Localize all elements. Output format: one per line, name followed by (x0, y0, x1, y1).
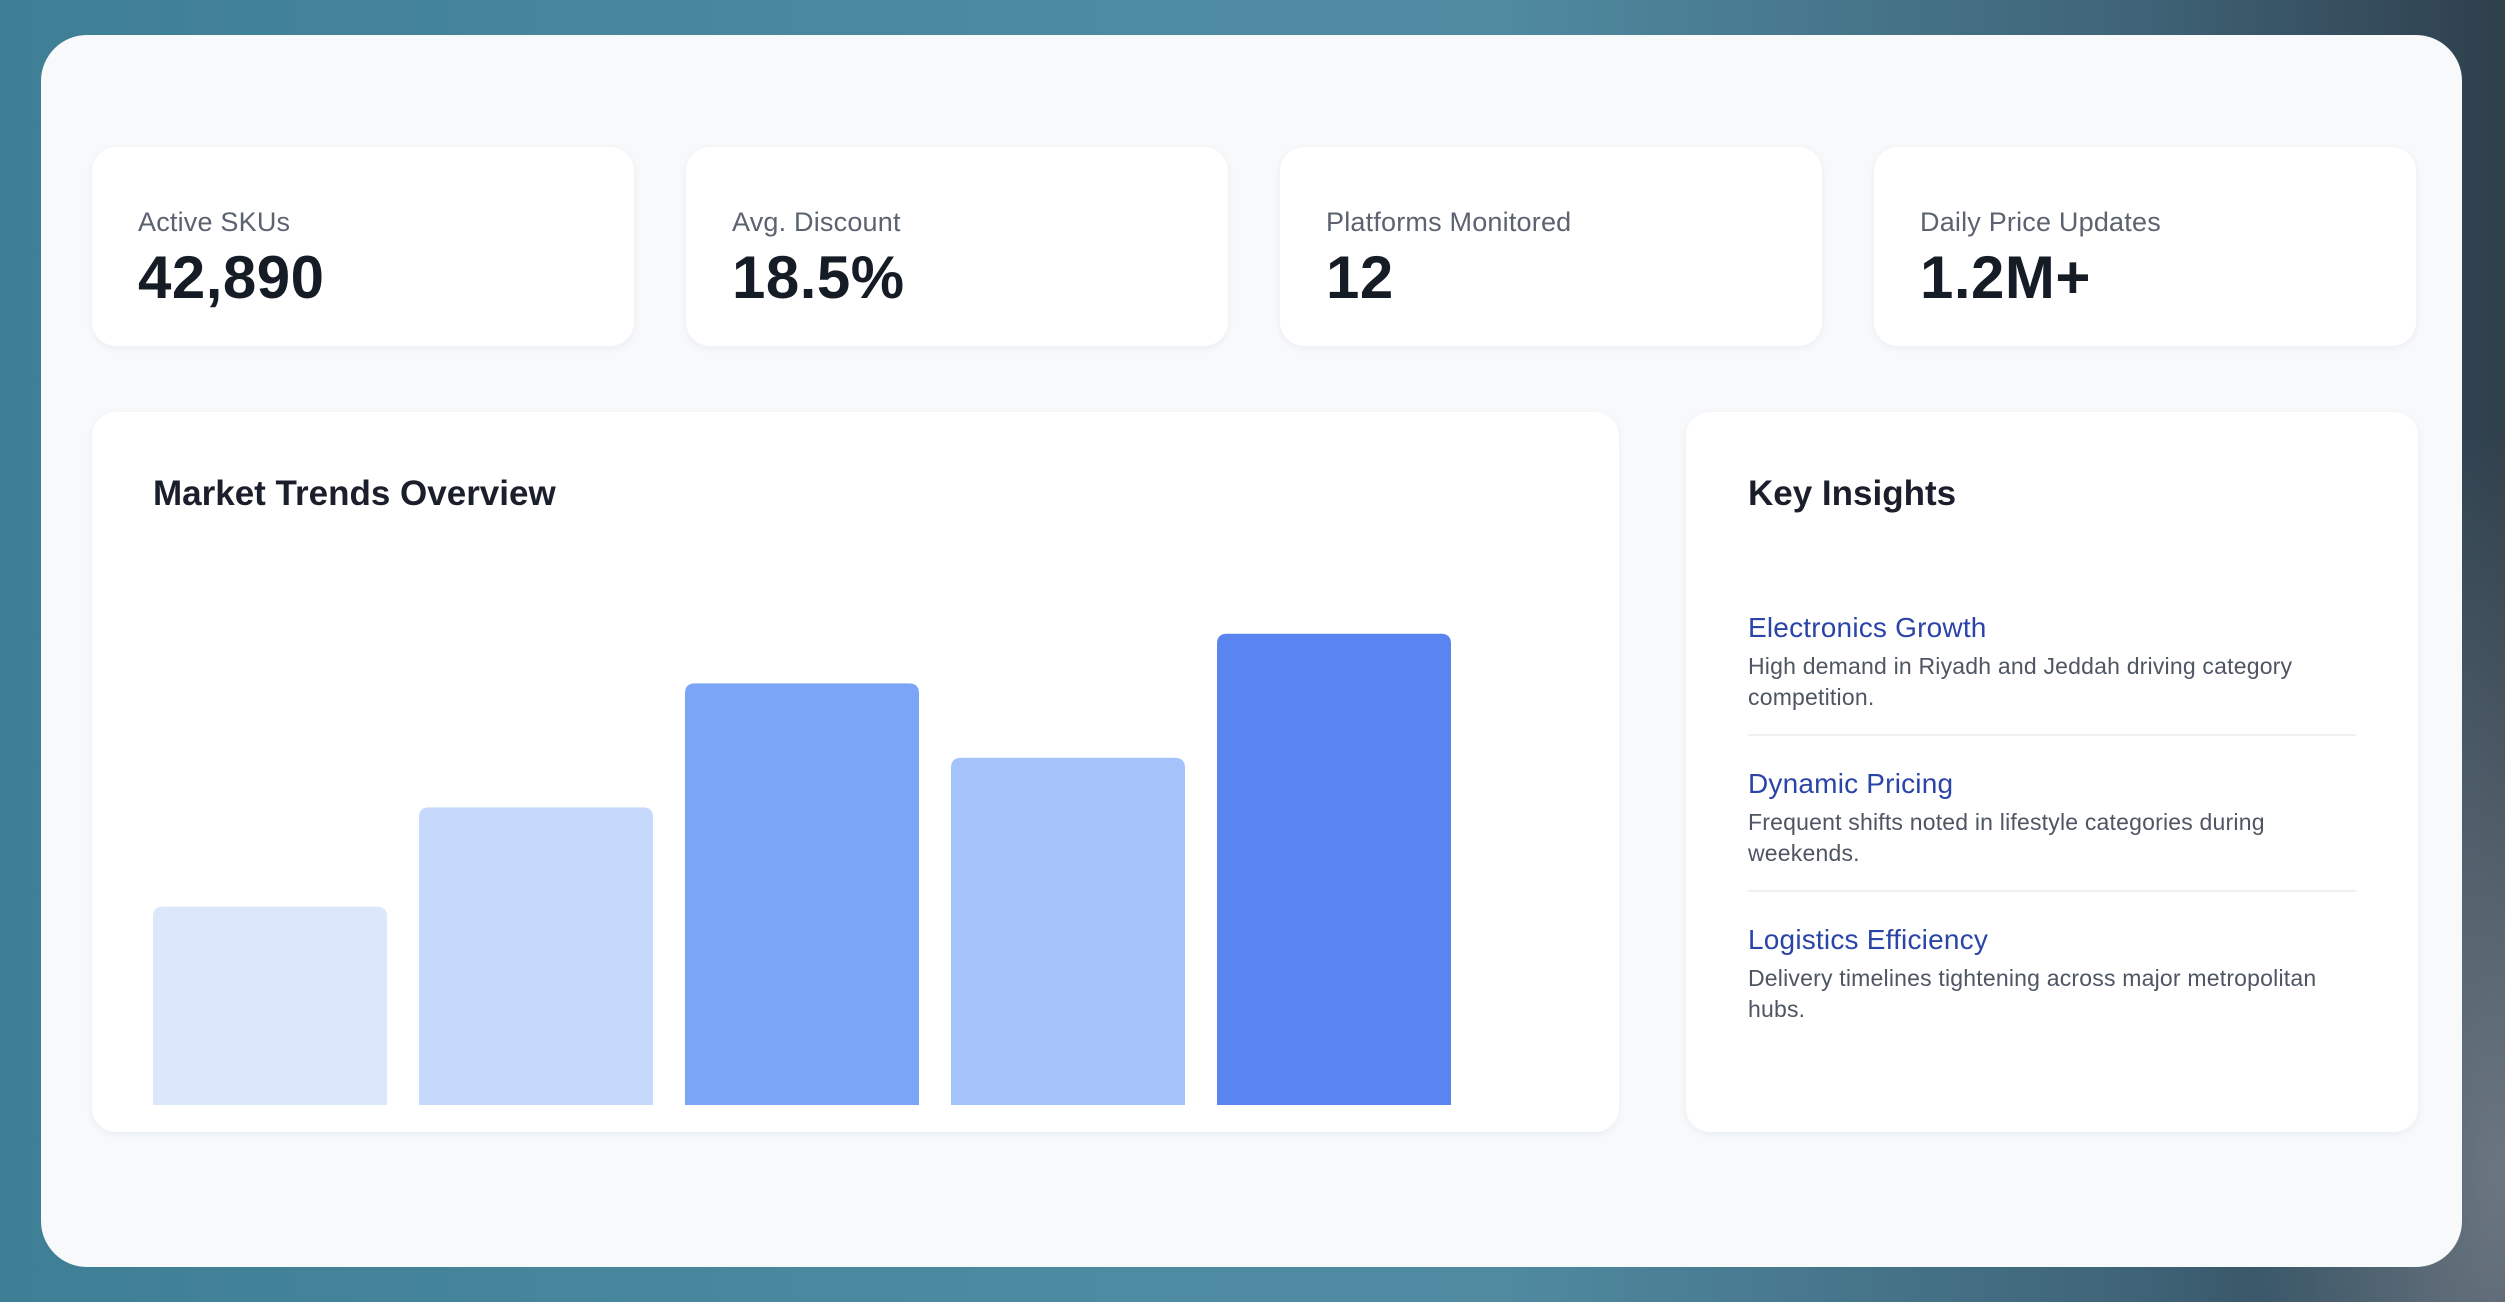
insight-description: High demand in Riyadh and Jeddah driving… (1748, 653, 2293, 710)
insight-item-electronics-growth: Electronics Growth High demand in Riyadh… (1748, 612, 2356, 713)
bar-2 (419, 807, 653, 1105)
insight-description: Frequent shifts noted in lifestyle categ… (1748, 809, 2265, 866)
bar-5 (1217, 633, 1451, 1105)
kpi-card-daily-price-updates: Daily Price Updates 1.2M+ (1874, 147, 2416, 346)
insights-title: Key Insights (1748, 474, 1957, 513)
bar-1 (153, 906, 387, 1105)
kpi-card-active-skus: Active SKUs 42,890 (92, 147, 634, 346)
insight-title: Logistics Efficiency (1748, 924, 1989, 955)
bar-chart (153, 633, 1451, 1105)
kpi-card-platforms-monitored: Platforms Monitored 12 (1280, 147, 1822, 346)
insight-item-dynamic-pricing: Dynamic Pricing Frequent shifts noted in… (1748, 768, 2356, 869)
insight-title: Electronics Growth (1748, 612, 1987, 643)
insight-item-logistics-efficiency: Logistics Efficiency Delivery timelines … (1748, 924, 2356, 1025)
key-insights-card: Key Insights Electronics Growth High dem… (1686, 412, 2418, 1132)
bar-4 (951, 757, 1185, 1105)
kpi-value: 12 (1326, 244, 1394, 311)
kpi-label: Avg. Discount (732, 207, 901, 237)
insight-divider (1748, 734, 2356, 736)
dashboard-panel: Active SKUs 42,890 Avg. Discount 18.5% P… (41, 35, 2462, 1267)
kpi-label: Active SKUs (138, 207, 291, 237)
kpi-label: Daily Price Updates (1920, 207, 2161, 237)
insight-title: Dynamic Pricing (1748, 768, 1954, 799)
insight-description: Delivery timelines tightening across maj… (1748, 965, 2317, 1022)
kpi-label: Platforms Monitored (1326, 207, 1572, 237)
kpi-value: 1.2M+ (1920, 244, 2091, 311)
bar-3 (685, 683, 919, 1105)
kpi-value: 42,890 (138, 244, 325, 311)
kpi-value: 18.5% (732, 244, 905, 311)
kpi-card-avg-discount: Avg. Discount 18.5% (686, 147, 1228, 346)
market-trends-card: Market Trends Overview (92, 412, 1619, 1132)
insight-divider (1748, 890, 2356, 892)
